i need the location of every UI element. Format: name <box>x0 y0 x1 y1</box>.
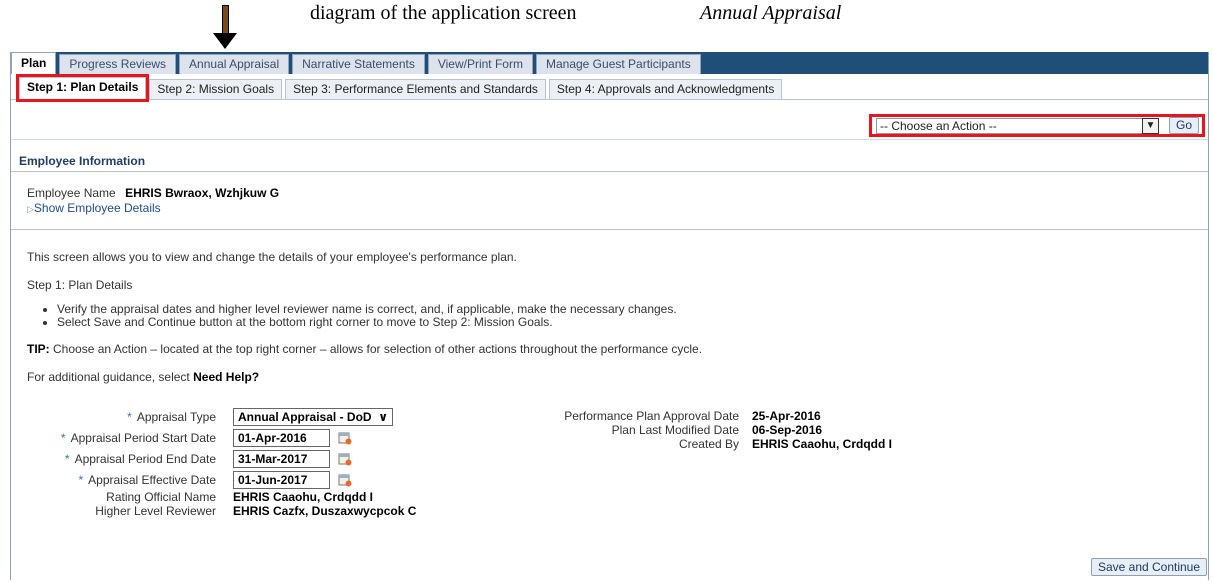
step-tab-bar: Step 1: Plan Details Step 2: Mission Goa… <box>11 74 1208 102</box>
tab-progress-reviews[interactable]: Progress Reviews <box>59 54 177 74</box>
save-and-continue-button[interactable]: Save and Continue <box>1091 558 1207 576</box>
intro-text: This screen allows you to view and chang… <box>27 250 517 264</box>
top-tab-bar: Plan Progress Reviews Annual Appraisal N… <box>11 52 1208 74</box>
tab-step-3-performance-elements[interactable]: Step 3: Performance Elements and Standar… <box>285 79 546 99</box>
action-highlight: -- Choose an Action -- ▼ Go <box>869 114 1205 137</box>
created-by-label: Created By <box>678 437 739 451</box>
tab-view-print-form[interactable]: View/Print Form <box>427 54 533 74</box>
higher-level-reviewer-label: Higher Level Reviewer <box>95 504 216 518</box>
calendar-icon[interactable] <box>338 452 352 466</box>
tip-text: TIP: Choose an Action – located at the t… <box>27 342 702 356</box>
show-employee-details-text: Show Employee Details <box>33 201 161 215</box>
start-date-label: * Appraisal Period Start Date <box>60 431 216 445</box>
choose-action-value: -- Choose an Action -- <box>880 119 997 133</box>
employee-name-label: Employee Name <box>27 186 116 200</box>
tab-step-4-approvals[interactable]: Step 4: Approvals and Acknowledgments <box>548 79 783 99</box>
step-heading: Step 1: Plan Details <box>27 278 133 292</box>
tab-annual-appraisal[interactable]: Annual Appraisal <box>179 54 290 74</box>
approval-date-label: Performance Plan Approval Date <box>564 409 739 423</box>
tip-body: Choose an Action – located at the top ri… <box>53 342 703 356</box>
end-date-label: * Appraisal Period End Date <box>64 452 216 466</box>
tab-step-1-plan-details[interactable]: Step 1: Plan Details <box>15 74 150 102</box>
rating-official-label: Rating Official Name <box>106 490 216 504</box>
rating-official-value: EHRIS Caaohu, Crdqdd I <box>233 490 374 504</box>
triangle-right-icon: ▷ <box>27 204 34 214</box>
document-caption: diagram of the application screen Annual… <box>0 0 900 34</box>
tab-manage-guest-participants[interactable]: Manage Guest Participants <box>535 54 701 74</box>
appraisal-type-select[interactable]: Annual Appraisal - DoD ∨ <box>233 408 393 426</box>
list-item: Select Save and Continue button at the b… <box>57 316 677 329</box>
instruction-list: Verify the appraisal dates and higher le… <box>41 303 677 329</box>
tab-step-2-mission-goals[interactable]: Step 2: Mission Goals <box>149 79 283 99</box>
effective-date-input[interactable]: 01-Jun-2017 <box>233 471 330 489</box>
last-modified-value: 06-Sep-2016 <box>752 423 823 437</box>
calendar-icon[interactable] <box>338 473 352 487</box>
end-date-input[interactable]: 31-Mar-2017 <box>233 450 330 468</box>
choose-action-select[interactable]: -- Choose an Action -- ▼ <box>876 118 1159 134</box>
pointer-arrow-head-icon <box>213 33 237 49</box>
approval-date-value: 25-Apr-2016 <box>752 409 821 423</box>
help-text: For additional guidance, select Need Hel… <box>27 370 259 384</box>
chevron-down-icon[interactable]: ▼ <box>1142 118 1159 134</box>
action-bar: -- Choose an Action -- ▼ Go <box>11 110 1208 140</box>
employee-info-block: Employee Name EHRIS Bwraox, Wzhjkuw G ▷S… <box>27 186 279 215</box>
caption-plain: diagram of the application screen <box>310 2 577 24</box>
start-date-input[interactable]: 01-Apr-2016 <box>233 429 330 447</box>
higher-level-reviewer-value: EHRIS Cazfx, Duszaxwycpcok C <box>233 504 417 518</box>
chevron-down-icon: ∨ <box>378 410 388 424</box>
tip-label: TIP: <box>27 342 50 356</box>
section-divider <box>11 229 1208 230</box>
tab-plan[interactable]: Plan <box>11 52 57 74</box>
show-employee-details-link[interactable]: ▷Show Employee Details <box>27 201 279 215</box>
go-button[interactable]: Go <box>1169 117 1199 134</box>
last-modified-label: Plan Last Modified Date <box>611 423 739 437</box>
help-prefix: For additional guidance, select <box>27 370 190 384</box>
app-window: Plan Progress Reviews Annual Appraisal N… <box>10 52 1209 580</box>
need-help-link[interactable]: Need Help? <box>193 370 259 384</box>
employee-information-header: Employee Information <box>11 150 1208 172</box>
calendar-icon[interactable] <box>338 431 352 445</box>
employee-name-value: EHRIS Bwraox, Wzhjkuw G <box>125 186 280 200</box>
pointer-arrow-icon <box>222 5 229 35</box>
caption-italic: Annual Appraisal <box>700 2 842 24</box>
effective-date-label: * Appraisal Effective Date <box>78 473 216 487</box>
created-by-value: EHRIS Caaohu, Crdqdd I <box>752 437 893 451</box>
appraisal-type-label: * Appraisal Type <box>127 410 216 424</box>
tab-narrative-statements[interactable]: Narrative Statements <box>292 54 425 74</box>
